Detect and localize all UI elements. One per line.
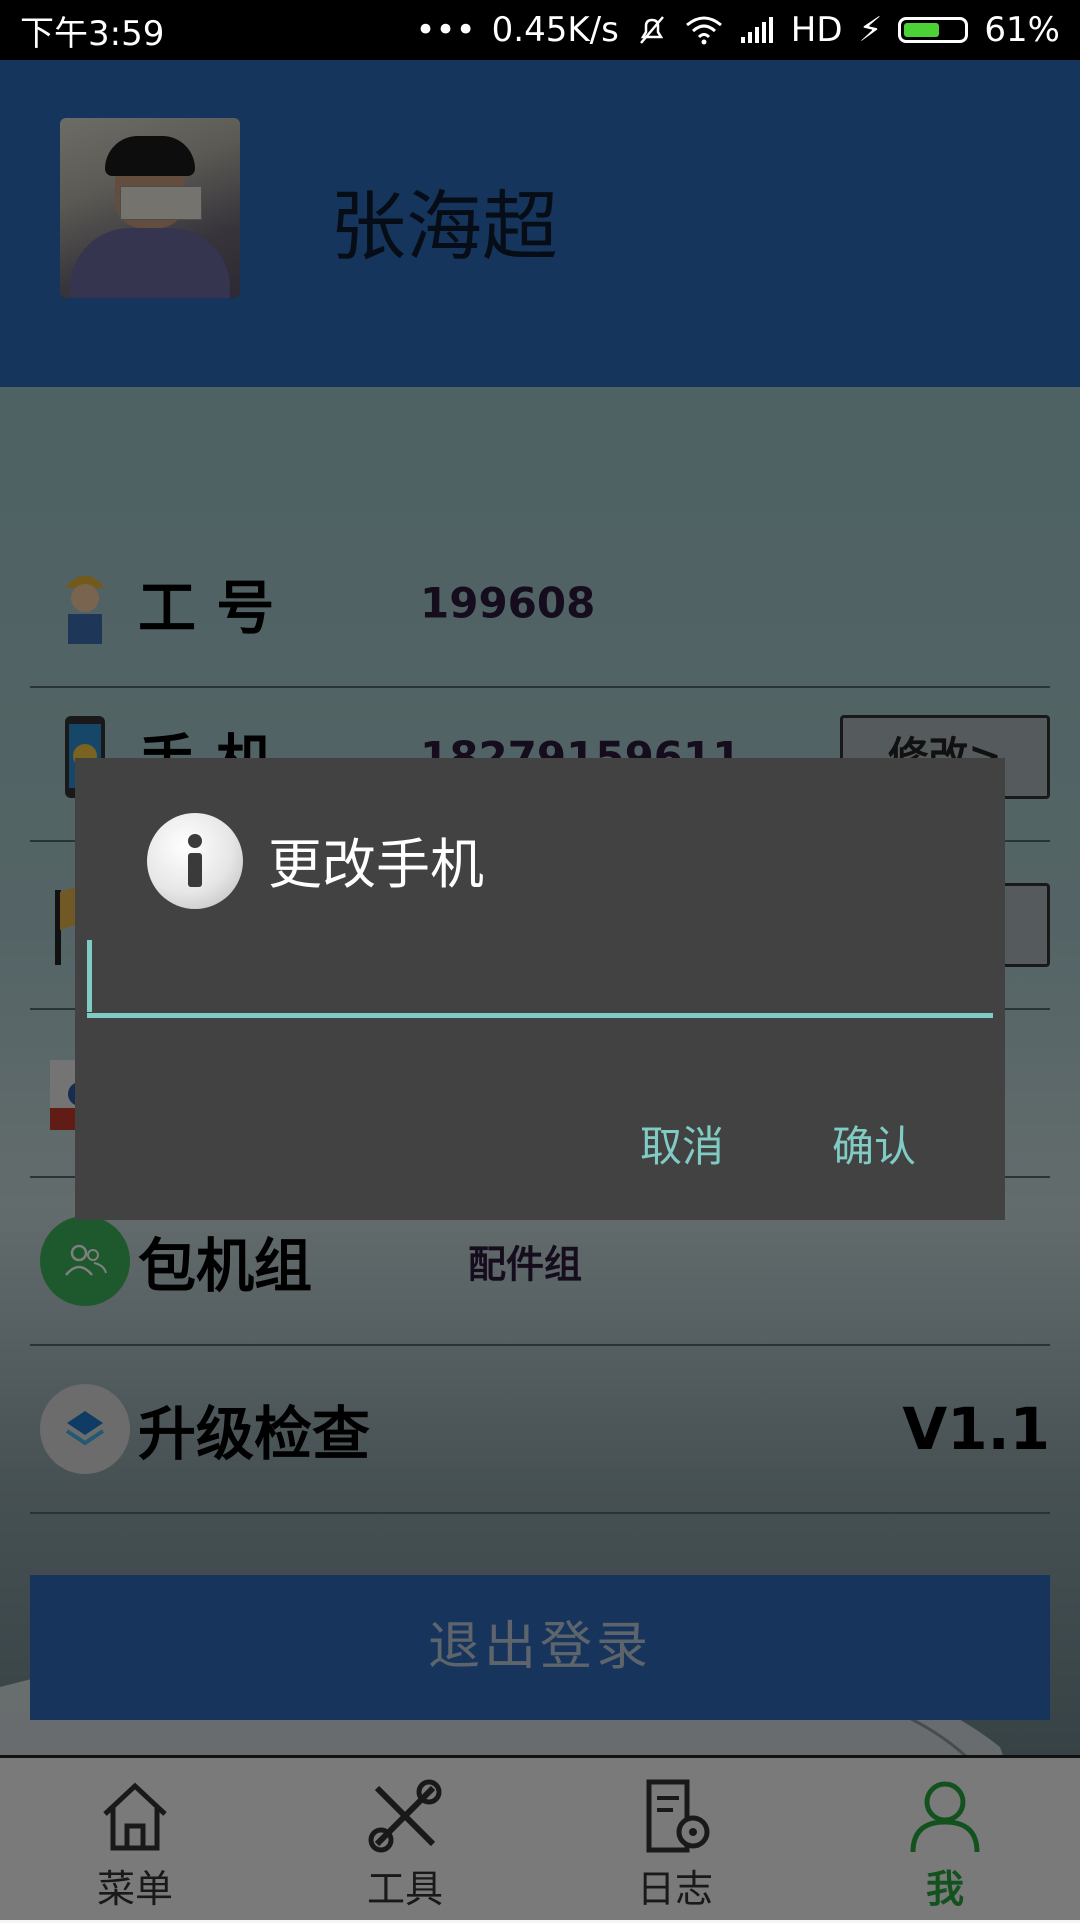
charging-icon: ⚡ (858, 10, 883, 50)
signal-icon (740, 17, 773, 43)
status-icons: ••• 0.45K/s HD ⚡ 61% (415, 10, 1060, 50)
confirm-button[interactable]: 确认 (812, 1103, 936, 1184)
status-bar: 下午3:59 ••• 0.45K/s HD ⚡ 61% (0, 0, 1080, 60)
text-cursor (87, 940, 92, 1012)
battery-percent: 61% (984, 10, 1060, 50)
change-phone-dialog: 更改手机 取消 确认 (75, 758, 1005, 1220)
battery-icon (898, 17, 969, 43)
info-icon (147, 813, 243, 909)
network-type: HD (790, 10, 843, 50)
dialog-title: 更改手机 (268, 833, 484, 896)
more-dots-icon: ••• (415, 10, 476, 50)
network-speed: 0.45K/s (491, 10, 619, 50)
wifi-icon (685, 16, 722, 45)
phone-input[interactable] (87, 938, 993, 1018)
mute-bell-icon (639, 16, 664, 44)
cancel-button[interactable]: 取消 (620, 1103, 744, 1184)
battery-level-fill (904, 23, 939, 37)
status-time: 下午3:59 (20, 13, 165, 54)
